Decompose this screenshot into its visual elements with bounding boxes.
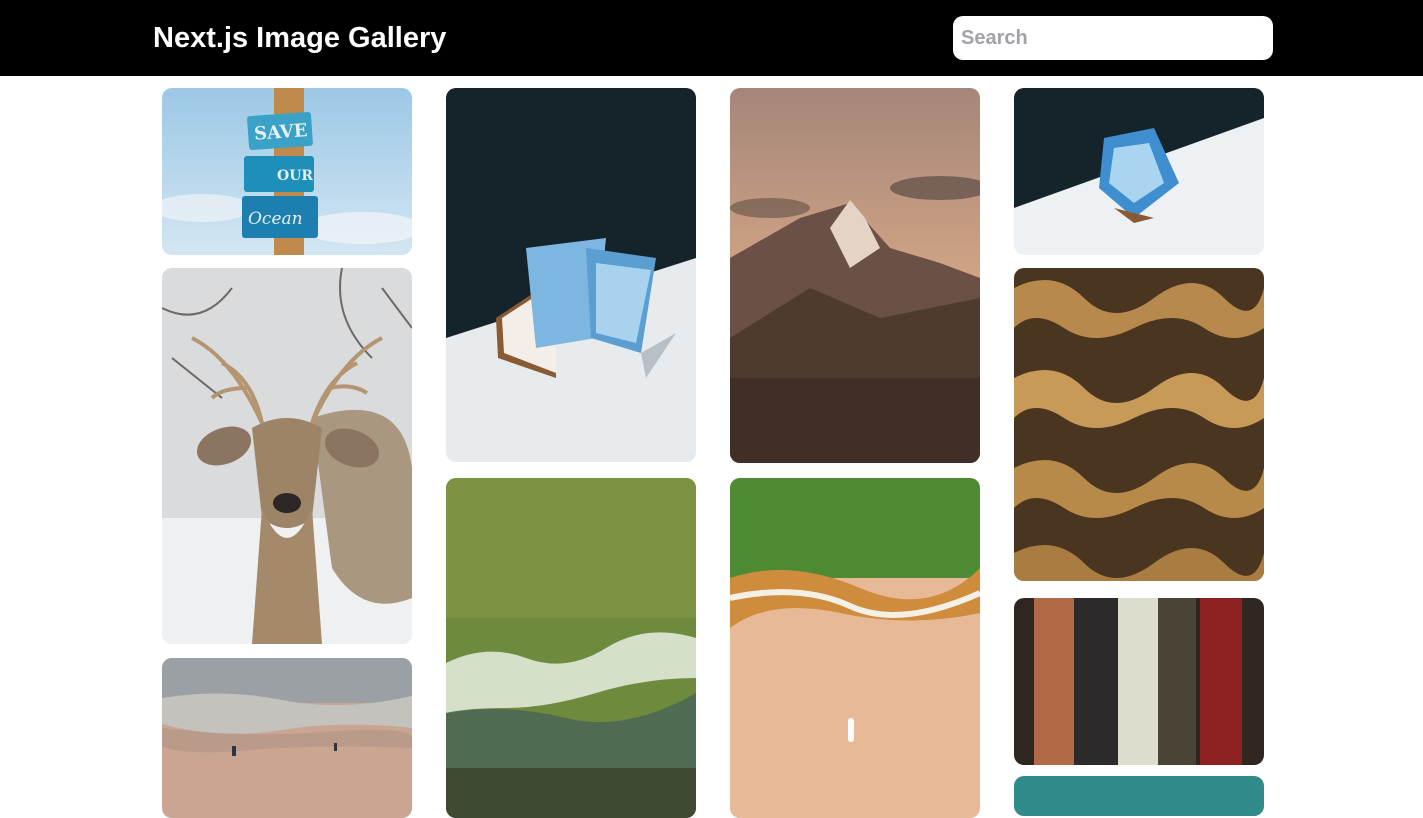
sign-text-ocean: Ocean <box>248 209 303 229</box>
gallery-image-wavy-wood[interactable] <box>1014 268 1264 581</box>
search-input[interactable] <box>953 16 1273 60</box>
gallery-image-fabrics[interactable] <box>1014 598 1264 765</box>
sign-text-save: SAVE <box>253 120 308 145</box>
site-header: Next.js Image Gallery <box>0 0 1423 76</box>
gallery-image-beach[interactable] <box>162 658 412 818</box>
sign-text-our: OUR <box>277 168 313 184</box>
image-gallery: SAVE OUR Ocean <box>0 0 1423 818</box>
gallery-image-surfer-beach[interactable] <box>730 478 980 818</box>
gallery-image-book[interactable] <box>446 88 696 462</box>
gallery-image-teal[interactable] <box>1014 776 1264 816</box>
gallery-image-folded-paper[interactable] <box>1014 88 1264 255</box>
gallery-image-deer[interactable] <box>162 268 412 644</box>
site-title[interactable]: Next.js Image Gallery <box>153 19 446 57</box>
gallery-image-green-ocean[interactable] <box>446 478 696 818</box>
gallery-image-signpost[interactable]: SAVE OUR Ocean <box>162 88 412 255</box>
gallery-image-mountain[interactable] <box>730 88 980 463</box>
